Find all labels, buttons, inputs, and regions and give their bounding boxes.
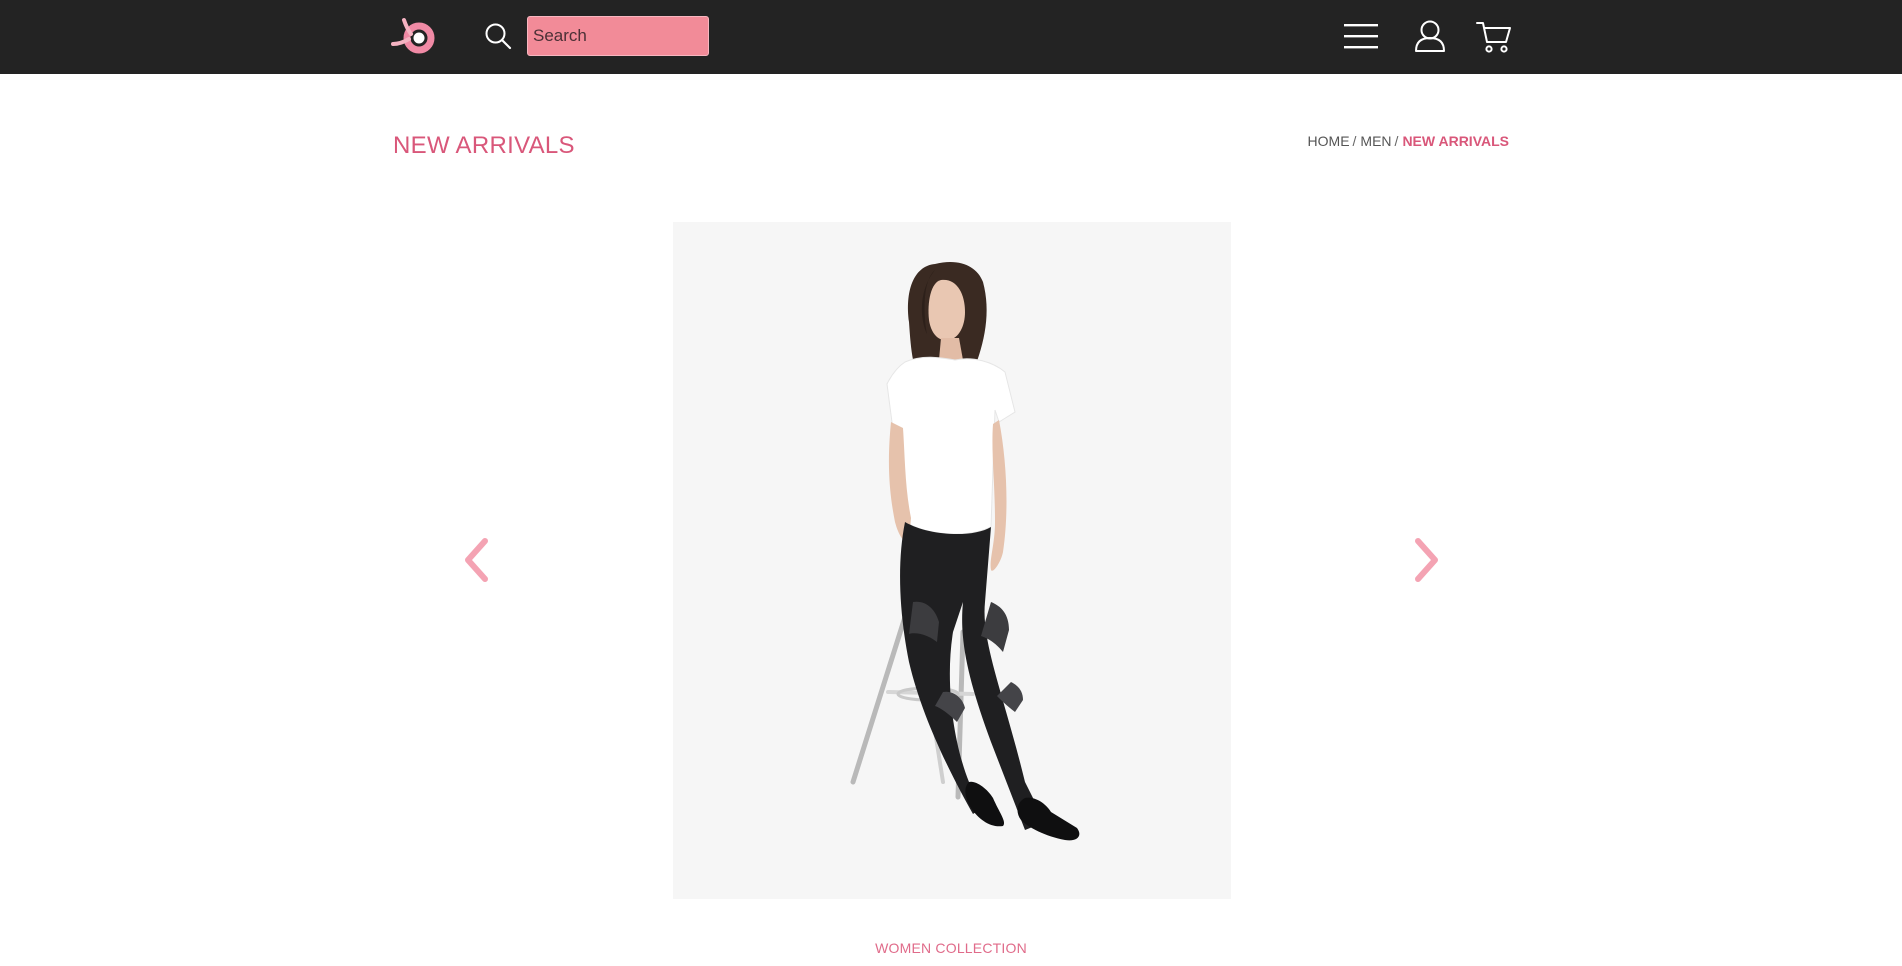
chevron-right-icon[interactable] [1412, 537, 1442, 583]
product-image-frame[interactable] [673, 222, 1231, 899]
right-shoe [1017, 797, 1080, 841]
left-shoe [965, 781, 1005, 827]
collection-caption[interactable]: WOMEN COLLECTION [0, 940, 1902, 956]
breadcrumb: HOME / MEN / NEW ARRIVALS [1308, 133, 1509, 149]
chevron-left-icon[interactable] [461, 537, 491, 583]
brand-logo-icon[interactable] [390, 14, 438, 58]
right-arm [990, 420, 1007, 571]
top-navigation-bar [0, 0, 1902, 74]
page-title: NEW ARRIVALS [393, 132, 575, 159]
breadcrumb-separator: / [1352, 133, 1357, 149]
product-photo [850, 262, 1080, 841]
breadcrumb-current: NEW ARRIVALS [1402, 133, 1509, 149]
search-icon[interactable] [484, 22, 512, 50]
user-icon[interactable] [1414, 19, 1446, 53]
search-input[interactable] [527, 16, 709, 56]
cart-icon[interactable] [1476, 20, 1512, 54]
breadcrumb-separator: / [1394, 133, 1399, 149]
breadcrumb-home[interactable]: HOME [1308, 133, 1350, 149]
hamburger-menu-icon[interactable] [1344, 22, 1378, 50]
breadcrumb-men[interactable]: MEN [1360, 133, 1391, 149]
